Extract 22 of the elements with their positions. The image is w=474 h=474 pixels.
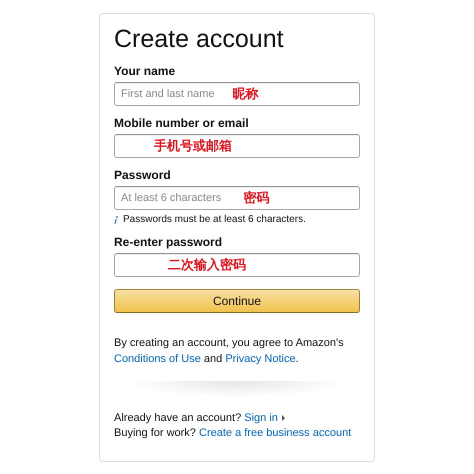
annotation-text: 手机号或邮箱 [154, 138, 232, 154]
field-label: Password [114, 168, 172, 182]
sign-in-link[interactable]: Sign in [244, 412, 278, 424]
sign-in-text: Already have an account? Sign in [114, 411, 360, 426]
info-icon [114, 216, 118, 224]
input-field[interactable] [114, 134, 360, 158]
legal-text: By creating an account, you agree to Amazon's Conditions of Use and Privacy Notice. [114, 336, 345, 367]
page-title: Create account [114, 24, 285, 55]
business-text: Buying for work? Create a free business account [114, 426, 352, 441]
annotation-text: 二次输入密码 [168, 257, 246, 273]
field-label: Re-enter password [114, 235, 224, 249]
input-field[interactable] [114, 253, 360, 277]
privacy-link[interactable]: Privacy Notice [225, 353, 296, 365]
caret-icon [280, 415, 286, 421]
field-label: Your name [114, 64, 176, 78]
conditions-link[interactable]: Conditions of Use [114, 353, 201, 365]
annotation-text: 昵称 [232, 86, 258, 102]
continue-button[interactable]: Continue [114, 289, 360, 313]
field-label: Mobile number or email [114, 116, 250, 130]
annotation-text: 密码 [244, 190, 270, 206]
hint-text: Passwords must be at least 6 characters. [123, 214, 306, 225]
business-link[interactable]: Create a free business account [199, 427, 352, 439]
